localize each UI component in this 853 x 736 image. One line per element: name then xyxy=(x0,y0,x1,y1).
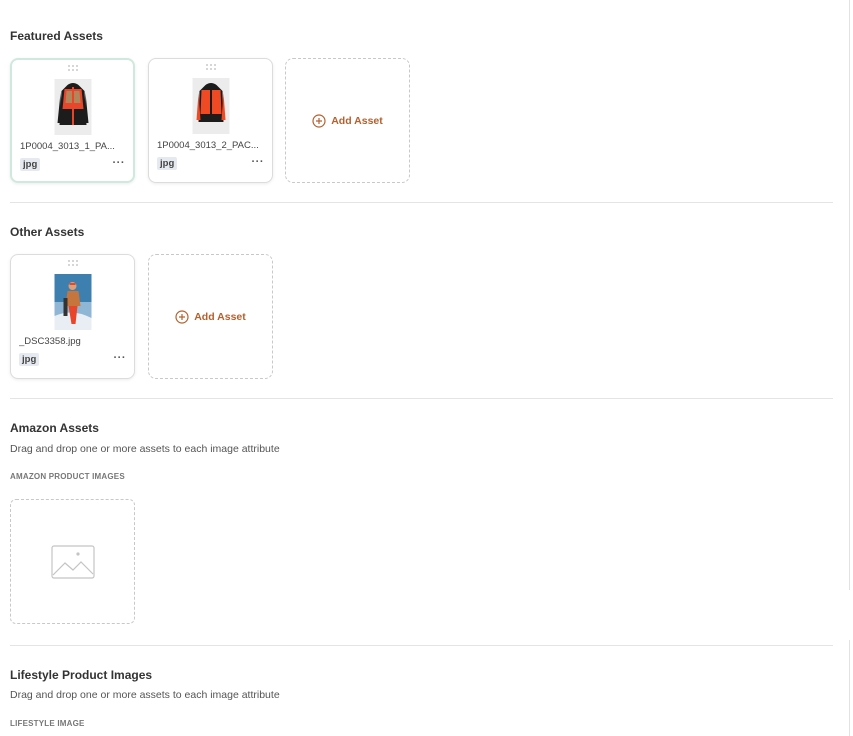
amazon-assets-hint: Drag and drop one or more assets to each… xyxy=(10,443,280,455)
asset-filename: _DSC3358.jpg xyxy=(19,336,81,347)
section-divider xyxy=(10,398,833,399)
asset-thumbnail xyxy=(192,78,229,134)
drag-handle-icon[interactable] xyxy=(67,64,79,72)
asset-filename: 1P0004_3013_1_PA... xyxy=(20,141,115,152)
add-asset-button-other[interactable]: Add Asset xyxy=(148,254,273,379)
amazon-image-drop-zone[interactable] xyxy=(10,499,135,624)
asset-card-other-1[interactable]: _DSC3358.jpg jpg ··· xyxy=(10,254,135,379)
plus-circle-icon xyxy=(175,309,189,324)
image-placeholder-icon xyxy=(50,544,95,579)
section-divider xyxy=(10,645,833,646)
panel-edge xyxy=(849,0,850,590)
asset-thumbnail xyxy=(54,274,91,330)
amazon-assets-title: Amazon Assets xyxy=(10,421,99,435)
file-type-badge: jpg xyxy=(19,353,40,366)
add-asset-button-featured[interactable]: Add Asset xyxy=(285,58,410,183)
assets-page: Featured Assets 1P0004_3013_1_PA... jpg … xyxy=(0,0,853,736)
lifestyle-image-label: LIFESTYLE IMAGE xyxy=(10,719,85,728)
amazon-product-images-label: AMAZON PRODUCT IMAGES xyxy=(10,472,125,481)
asset-filename: 1P0004_3013_2_PAC... xyxy=(157,140,259,151)
asset-thumbnail xyxy=(54,79,91,135)
plus-circle-icon xyxy=(312,113,326,128)
asset-card-featured-2[interactable]: 1P0004_3013_2_PAC... jpg ··· xyxy=(148,58,273,183)
more-options-icon[interactable]: ··· xyxy=(114,352,127,364)
lifestyle-images-title: Lifestyle Product Images xyxy=(10,668,153,682)
lifestyle-images-hint: Drag and drop one or more assets to each… xyxy=(10,689,280,701)
drag-handle-icon[interactable] xyxy=(205,63,217,71)
file-type-badge: jpg xyxy=(20,158,41,171)
more-options-icon[interactable]: ··· xyxy=(113,157,126,169)
other-assets-title: Other Assets xyxy=(10,225,85,239)
panel-edge xyxy=(849,640,850,736)
asset-card-featured-1[interactable]: 1P0004_3013_1_PA... jpg ··· xyxy=(10,58,135,183)
add-asset-label: Add Asset xyxy=(331,114,383,127)
section-divider xyxy=(10,202,833,203)
add-asset-label: Add Asset xyxy=(194,310,246,323)
file-type-badge: jpg xyxy=(157,157,178,170)
featured-assets-title: Featured Assets xyxy=(10,29,103,43)
drag-handle-icon[interactable] xyxy=(67,259,79,267)
more-options-icon[interactable]: ··· xyxy=(252,156,265,168)
